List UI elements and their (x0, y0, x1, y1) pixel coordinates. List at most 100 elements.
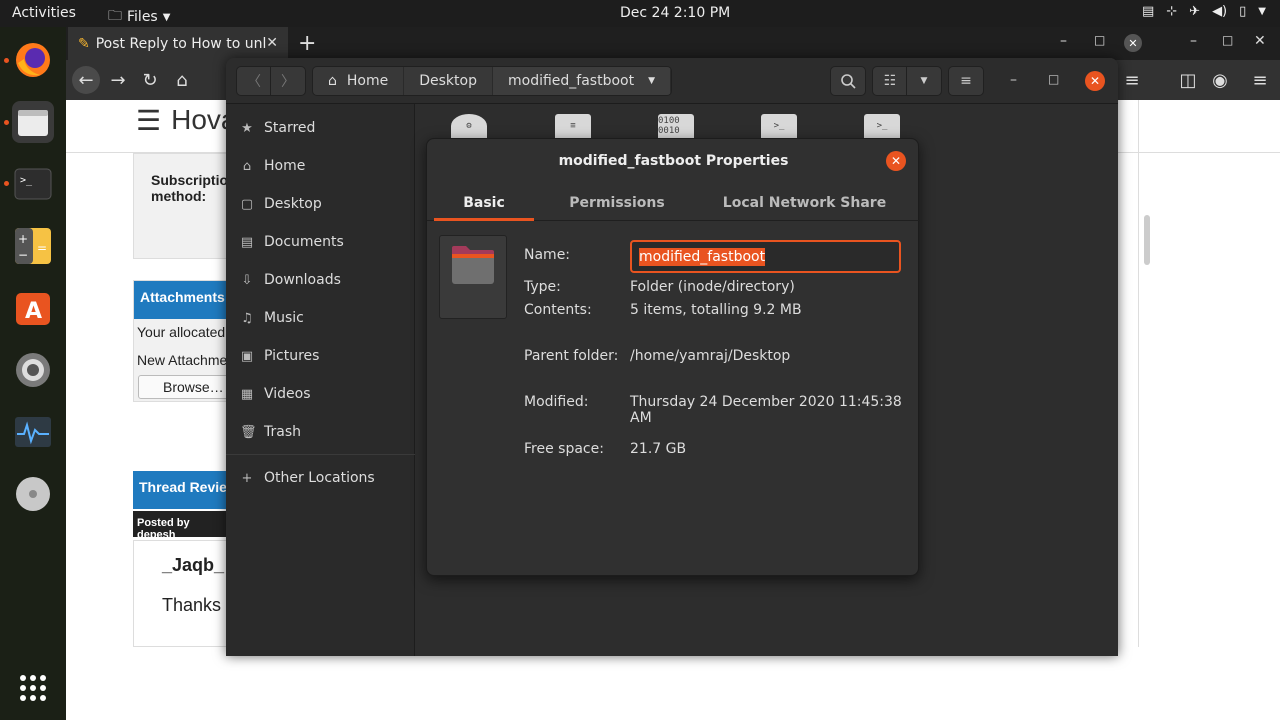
forward-chevron-icon[interactable]: 〉 (270, 66, 306, 96)
svg-text:+: + (18, 232, 28, 246)
minimize-icon[interactable]: – (1060, 33, 1067, 49)
terminal-icon[interactable]: >_ (12, 163, 54, 205)
view-options-icon[interactable]: ▼ (906, 66, 942, 96)
software-center-icon[interactable]: A (12, 287, 54, 329)
scrollbar[interactable] (1144, 215, 1150, 265)
hamburger-menu-icon[interactable]: ≡ (1246, 66, 1274, 94)
home-icon[interactable]: ⌂ (168, 66, 196, 94)
forward-arrow-icon[interactable]: → (104, 66, 132, 94)
crumb-current[interactable]: modified_fastboot ▼ (492, 67, 672, 95)
close-icon[interactable]: ✕ (886, 151, 906, 171)
home-icon: ⌂ (328, 73, 337, 89)
free-space-label: Free space: (524, 441, 604, 457)
post-user[interactable]: _Jaqb_ (162, 555, 224, 576)
sidebar-item-music[interactable]: ♫ Music (240, 306, 304, 330)
settings-icon[interactable] (12, 349, 54, 391)
maximize-icon[interactable]: □ (1222, 33, 1233, 47)
sidebar-item-label: Music (264, 310, 304, 326)
menu-icon[interactable]: ≡ (948, 66, 984, 96)
sidebar-item-downloads[interactable]: ⇩ Downloads (240, 268, 341, 292)
close-tab-icon[interactable]: ✕ (266, 35, 278, 51)
menu-icon[interactable]: ≡ (1118, 66, 1146, 94)
back-chevron-icon[interactable]: 〈 (236, 66, 272, 96)
desktop-icon: ▢ (240, 196, 254, 212)
sidebar-item-label: Videos (264, 386, 311, 402)
script-file-icon[interactable]: >_ (864, 114, 900, 138)
close-icon[interactable]: ✕ (1085, 71, 1105, 91)
close-icon[interactable]: ✕ (1124, 34, 1142, 52)
activities-button[interactable]: Activities (12, 5, 76, 21)
sidebar-icon[interactable]: ◫ (1174, 66, 1202, 94)
picture-icon: ▣ (240, 348, 254, 364)
close-icon[interactable]: ✕ (1254, 33, 1266, 49)
folder-thumbnail[interactable] (439, 235, 507, 319)
modified-value: Thursday 24 December 2020 11:45:38 AM (630, 394, 902, 426)
sidebar-item-documents[interactable]: ▤ Documents (240, 230, 344, 254)
sidebar-item-other-locations[interactable]: + Other Locations (240, 466, 375, 490)
account-icon[interactable]: ◉ (1206, 66, 1234, 94)
attachments-panel: Attachments Your allocated New Attachme … (133, 280, 234, 402)
new-attachment-text: New Attachme (137, 352, 228, 368)
app-menu[interactable]: 🗀 Files ▼ (108, 5, 170, 29)
text-file-icon[interactable]: ≡ (555, 114, 591, 138)
header-bar: 〈 〉 ⌂ Home Desktop modified_fastboot ▼ ☷ ▼… (226, 58, 1118, 104)
crumb-desktop[interactable]: Desktop (404, 67, 493, 95)
tab-local-network-share[interactable]: Local Network Share (717, 185, 892, 221)
caret-down-icon: ▼ (162, 11, 171, 23)
type-value: Folder (inode/directory) (630, 279, 795, 295)
name-field[interactable]: modified_fastboot (630, 240, 901, 273)
tab-bar: ✎ Post Reply to How to unl ✕ + – □ ✕ – □… (66, 27, 1280, 60)
type-label: Type: (524, 279, 561, 295)
sidebar-item-starred[interactable]: ★ Starred (240, 116, 315, 140)
disk-icon[interactable] (12, 473, 54, 515)
sidebar-item-videos[interactable]: ▦ Videos (240, 382, 311, 406)
tab-basic[interactable]: Basic (434, 185, 534, 221)
reload-icon[interactable]: ↻ (136, 66, 164, 94)
search-icon[interactable] (830, 66, 866, 96)
properties-dialog: modified_fastboot Properties ✕ Basic Per… (426, 138, 920, 576)
system-tray[interactable]: ▤ ⊹ ✈ ◀) ▯ ▼ (1142, 4, 1266, 19)
crumb-current-label: modified_fastboot (507, 73, 635, 89)
content-border (1138, 100, 1139, 647)
clock[interactable]: Dec 24 2:10 PM (620, 5, 730, 21)
network-icon[interactable]: ⊹ (1166, 4, 1177, 19)
music-icon: ♫ (241, 310, 253, 326)
new-tab-button[interactable]: + (298, 31, 316, 56)
crumb-home-label: Home (346, 73, 389, 89)
sidebar-item-pictures[interactable]: ▣ Pictures (240, 344, 320, 368)
list-view-icon[interactable]: ☷ (872, 66, 908, 96)
battery-icon[interactable]: ▯ (1239, 4, 1246, 19)
gear-file-icon[interactable]: ⚙ (451, 114, 487, 138)
chevron-down-icon[interactable]: ▼ (1258, 6, 1266, 17)
minimize-icon[interactable]: – (1010, 72, 1017, 88)
sidebar-item-label: Downloads (264, 272, 341, 288)
home-icon: ⌂ (242, 158, 252, 174)
binary-file-icon[interactable]: 0100 0010 (658, 114, 694, 138)
show-applications-icon[interactable] (12, 667, 54, 709)
volume-icon[interactable]: ◀) (1212, 4, 1227, 19)
parent-folder-value[interactable]: /home/yamraj/Desktop (630, 348, 790, 364)
maximize-icon[interactable]: □ (1048, 72, 1059, 86)
running-indicator (4, 120, 9, 125)
airplane-icon[interactable]: ✈ (1189, 4, 1200, 19)
back-arrow-icon[interactable]: ← (72, 66, 100, 94)
system-monitor-icon[interactable] (12, 411, 54, 453)
script-file-icon[interactable]: >_ (761, 114, 797, 138)
minimize-icon[interactable]: – (1190, 33, 1197, 49)
clipboard-icon[interactable]: ▤ (1142, 4, 1154, 19)
browser-tab[interactable]: ✎ Post Reply to How to unl ✕ (68, 27, 288, 60)
sidebar-item-desktop[interactable]: ▢ Desktop (240, 192, 322, 216)
hamburger-icon[interactable]: ☰ (136, 104, 161, 137)
sidebar-item-trash[interactable]: 🗑 Trash (240, 420, 301, 444)
sidebar-item-home[interactable]: ⌂ Home (240, 154, 305, 178)
files-icon[interactable] (12, 101, 54, 143)
dialog-title: modified_fastboot Properties (558, 153, 789, 169)
tab-title: Post Reply to How to unl (95, 35, 266, 52)
browse-button[interactable]: Browse… (138, 375, 234, 399)
calculator-icon[interactable]: + − = (12, 225, 54, 267)
firefox-icon[interactable] (12, 39, 54, 81)
crumb-home[interactable]: ⌂ Home (313, 67, 405, 95)
tab-permissions[interactable]: Permissions (557, 185, 677, 221)
attachments-title: Attachments (134, 281, 234, 319)
maximize-icon[interactable]: □ (1094, 33, 1105, 47)
